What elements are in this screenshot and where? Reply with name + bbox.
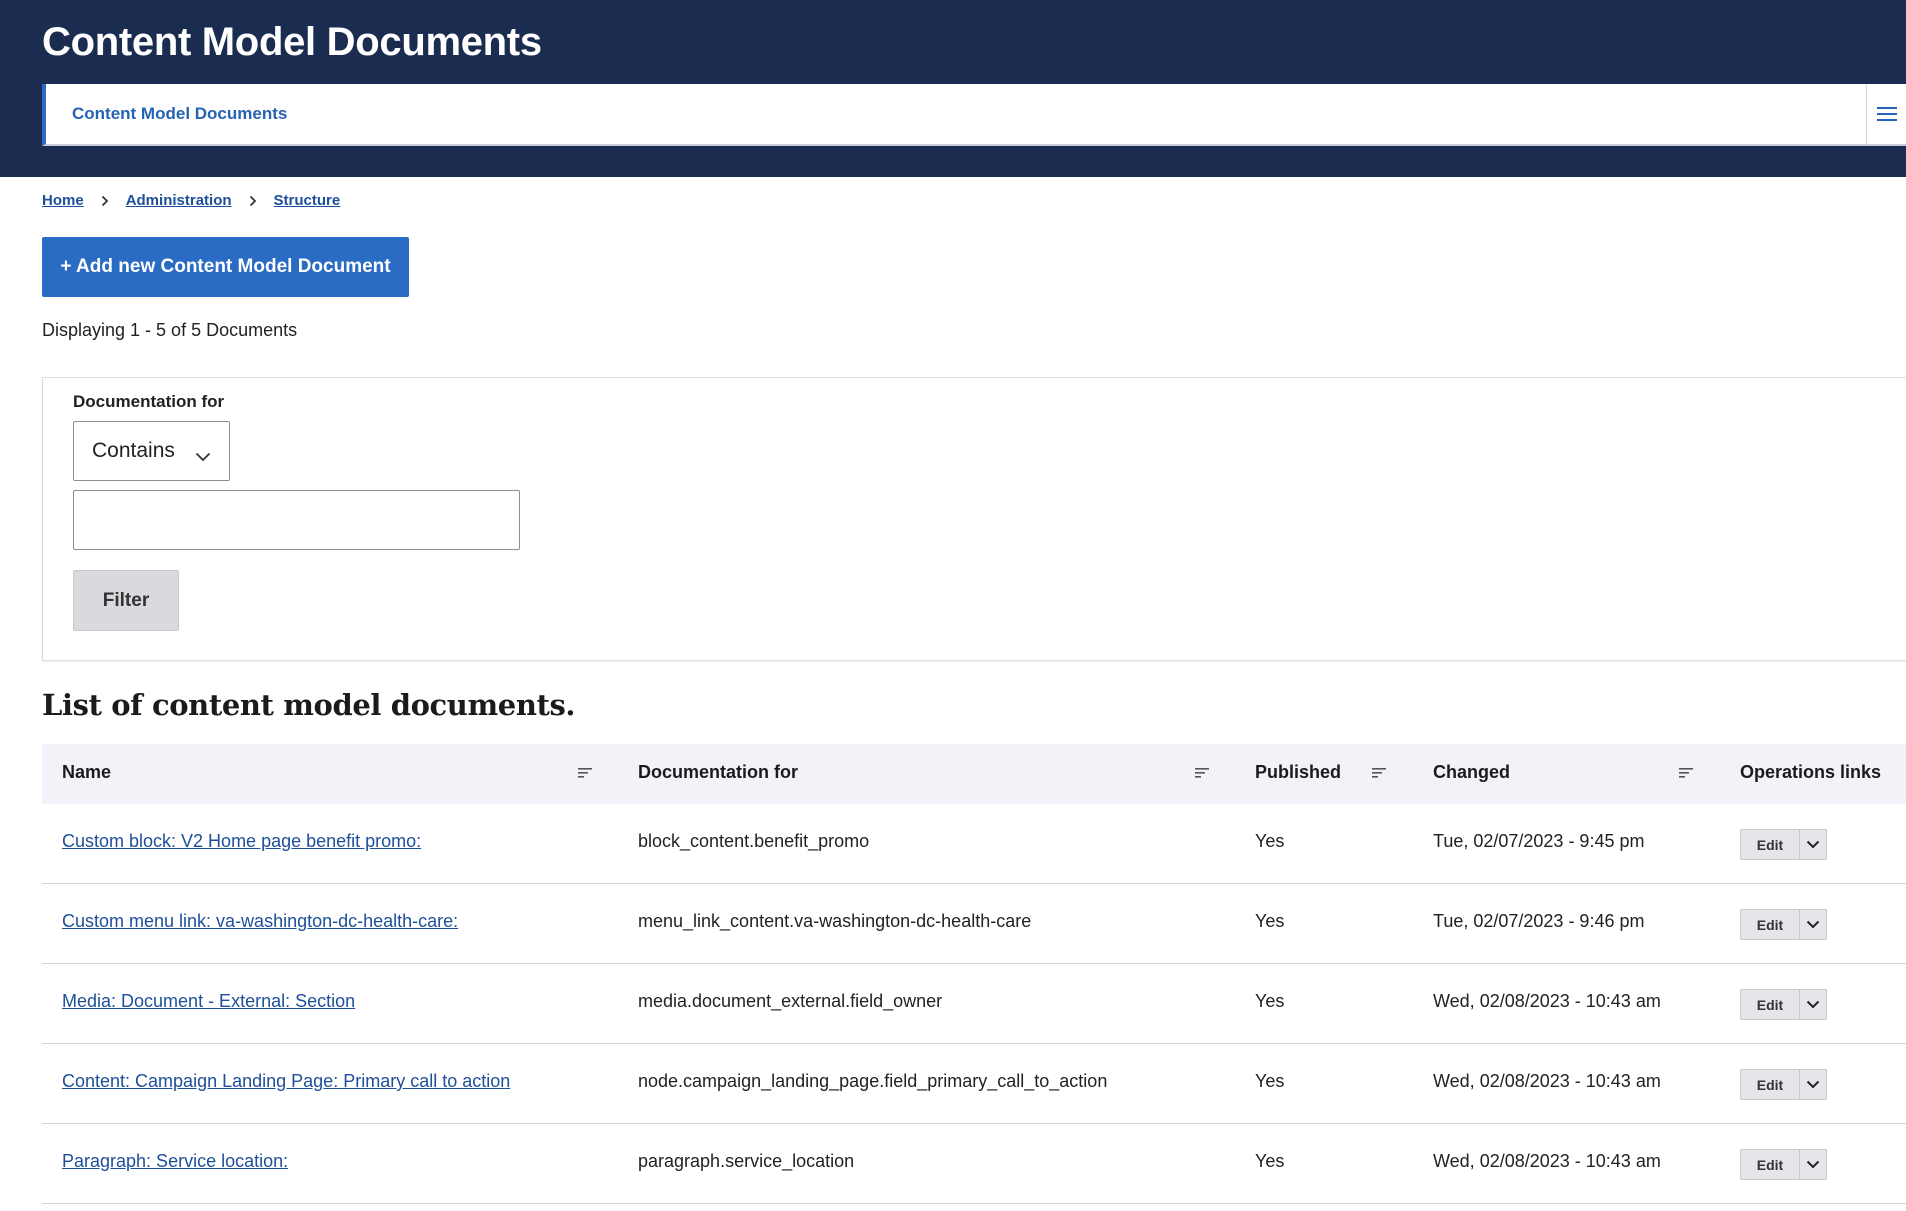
chevron-right-icon xyxy=(84,195,126,207)
document-name-link[interactable]: Media: Document - External: Section xyxy=(62,991,355,1012)
documentation-for-value: node.campaign_landing_page.field_primary… xyxy=(638,1071,1108,1091)
table-row: Paragraph: Service location: paragraph.s… xyxy=(42,1124,1906,1204)
published-value: Yes xyxy=(1255,991,1285,1011)
documentation-for-value: menu_link_content.va-washington-dc-healt… xyxy=(638,911,1032,931)
sort-icon[interactable] xyxy=(1195,766,1209,784)
tabs-bar: Content Model Documents xyxy=(42,84,1906,146)
add-content-model-document-button[interactable]: + Add new Content Model Document xyxy=(42,237,409,297)
chevron-down-icon[interactable] xyxy=(1799,990,1826,1019)
filter-panel: Documentation for Contains Filter xyxy=(42,377,1906,661)
column-header-operations: Operations links xyxy=(1740,762,1882,782)
changed-value: Wed, 02/08/2023 - 10:43 am xyxy=(1433,1071,1661,1091)
chevron-down-icon xyxy=(195,444,211,468)
published-value: Yes xyxy=(1255,831,1285,851)
operations-dropbutton: Edit xyxy=(1740,829,1827,860)
document-name-link[interactable]: Paragraph: Service location: xyxy=(62,1151,288,1172)
documents-table: Name Documentation for Published Changed… xyxy=(42,744,1906,1204)
edit-button[interactable]: Edit xyxy=(1741,1070,1799,1099)
table-header: Name Documentation for Published Changed… xyxy=(42,744,1906,804)
documentation-for-value: media.document_external.field_owner xyxy=(638,991,943,1011)
edit-button[interactable]: Edit xyxy=(1741,990,1799,1019)
operator-select-value: Contains xyxy=(92,439,175,462)
chevron-down-icon[interactable] xyxy=(1799,830,1826,859)
changed-value: Wed, 02/08/2023 - 10:43 am xyxy=(1433,1151,1661,1171)
column-header-changed[interactable]: Changed xyxy=(1433,762,1510,783)
table-row: Custom menu link: va-washington-dc-healt… xyxy=(42,884,1906,964)
result-summary: Displaying 1 - 5 of 5 Documents xyxy=(42,320,298,340)
site-header: Content Model Documents Content Model Do… xyxy=(0,0,1906,177)
table-row: Content: Campaign Landing Page: Primary … xyxy=(42,1044,1906,1124)
page-title: Content Model Documents xyxy=(42,20,542,64)
breadcrumb-home-link[interactable]: Home xyxy=(42,192,84,209)
filter-button[interactable]: Filter xyxy=(73,570,179,631)
operations-dropbutton: Edit xyxy=(1740,1149,1827,1180)
breadcrumb: Home Administration Structure xyxy=(42,192,340,209)
edit-button[interactable]: Edit xyxy=(1741,1150,1799,1179)
changed-value: Tue, 02/07/2023 - 9:45 pm xyxy=(1433,831,1645,851)
edit-button[interactable]: Edit xyxy=(1741,910,1799,939)
operations-dropbutton: Edit xyxy=(1740,909,1827,940)
documentation-for-value: block_content.benefit_promo xyxy=(638,831,870,851)
documentation-for-input[interactable] xyxy=(73,490,520,550)
changed-value: Wed, 02/08/2023 - 10:43 am xyxy=(1433,991,1661,1011)
hamburger-menu-icon[interactable] xyxy=(1866,84,1906,144)
chevron-down-icon[interactable] xyxy=(1799,910,1826,939)
document-name-link[interactable]: Custom block: V2 Home page benefit promo… xyxy=(62,831,421,852)
table-row: Media: Document - External: Section medi… xyxy=(42,964,1906,1044)
documentation-for-value: paragraph.service_location xyxy=(638,1151,855,1171)
column-header-name[interactable]: Name xyxy=(62,762,111,783)
edit-button[interactable]: Edit xyxy=(1741,830,1799,859)
breadcrumb-administration-link[interactable]: Administration xyxy=(126,192,232,209)
operator-select[interactable]: Contains xyxy=(73,421,230,481)
filter-label: Documentation for xyxy=(73,392,225,411)
published-value: Yes xyxy=(1255,1071,1285,1091)
document-name-link[interactable]: Content: Campaign Landing Page: Primary … xyxy=(62,1071,510,1092)
changed-value: Tue, 02/07/2023 - 9:46 pm xyxy=(1433,911,1645,931)
chevron-right-icon xyxy=(232,195,274,207)
table-row: Custom block: V2 Home page benefit promo… xyxy=(42,804,1906,884)
sort-icon[interactable] xyxy=(1372,766,1386,784)
sort-icon[interactable] xyxy=(1679,766,1693,784)
operations-dropbutton: Edit xyxy=(1740,989,1827,1020)
operations-dropbutton: Edit xyxy=(1740,1069,1827,1100)
published-value: Yes xyxy=(1255,1151,1285,1171)
published-value: Yes xyxy=(1255,911,1285,931)
column-header-documentation-for[interactable]: Documentation for xyxy=(638,762,798,783)
tab-content-model-documents[interactable]: Content Model Documents xyxy=(72,104,287,124)
breadcrumb-structure-link[interactable]: Structure xyxy=(274,192,341,209)
table-caption: List of content model documents. xyxy=(42,688,576,722)
chevron-down-icon[interactable] xyxy=(1799,1070,1826,1099)
document-name-link[interactable]: Custom menu link: va-washington-dc-healt… xyxy=(62,911,458,932)
chevron-down-icon[interactable] xyxy=(1799,1150,1826,1179)
column-header-published[interactable]: Published xyxy=(1255,762,1341,783)
sort-icon[interactable] xyxy=(578,766,592,784)
